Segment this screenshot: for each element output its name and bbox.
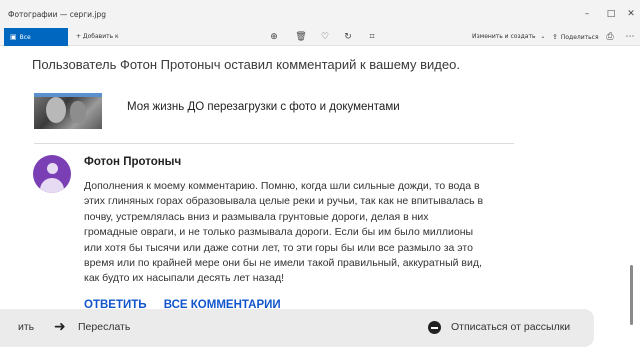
maximize-icon[interactable]: □ bbox=[604, 8, 618, 20]
close-icon[interactable]: ✕ bbox=[624, 8, 638, 20]
share-button[interactable]: ⇪ Поделиться bbox=[552, 28, 599, 46]
thumbnail-face-2 bbox=[70, 101, 86, 123]
image-icon: ▣ bbox=[10, 33, 17, 41]
comment-line: время или по крайней мере они бы не имел… bbox=[84, 257, 482, 270]
comment-text: Дополнения к моему комментарию. Помню, к… bbox=[84, 179, 514, 287]
forward-arrow-icon: ➜ bbox=[54, 319, 66, 335]
thumbnail-bar bbox=[34, 93, 102, 97]
avatar[interactable] bbox=[33, 155, 71, 193]
scrollbar[interactable] bbox=[630, 47, 633, 360]
photo-canvas: Пользователь Фотон Протоныч оставил комм… bbox=[0, 47, 640, 360]
more-icon[interactable]: ⋯ bbox=[624, 31, 636, 43]
chevron-down-icon: ⌄ bbox=[540, 33, 546, 40]
video-link[interactable]: Моя жизнь ДО перезагрузки с фото и докум… bbox=[34, 93, 514, 129]
divider bbox=[34, 143, 514, 144]
toolbar: ▣Все фотографии + Добавить к ⊕ 🗑 ♡ ↻ ⌗ И… bbox=[0, 28, 640, 59]
crop-icon[interactable]: ⌗ bbox=[366, 31, 378, 43]
share-icon: ⇪ bbox=[552, 33, 558, 41]
comment-line: почву, устремлялась вниз и размывала гру… bbox=[84, 210, 429, 223]
add-to-button[interactable]: + Добавить к bbox=[76, 28, 119, 46]
comment-line: Дополнения к моему комментарию. Помню, к… bbox=[84, 180, 480, 192]
print-icon[interactable]: ⎙ bbox=[604, 31, 616, 43]
scrollbar-thumb[interactable] bbox=[630, 265, 633, 325]
comment-line: как будто их насыпали десять лет назад! bbox=[84, 272, 284, 285]
notification-text: Пользователь Фотон Протоныч оставил комм… bbox=[32, 57, 460, 72]
avatar-shoulders bbox=[40, 178, 64, 193]
comment-line: этих глиняных горах образовывала целые р… bbox=[84, 195, 484, 208]
edit-create-label: Изменить и создать bbox=[472, 33, 536, 40]
thumbnail-face bbox=[46, 97, 66, 123]
comment-line: или хотя бы тысячи или даже сотни лет, т… bbox=[84, 241, 473, 254]
share-label: Поделиться bbox=[560, 34, 599, 41]
favorite-icon[interactable]: ♡ bbox=[319, 31, 331, 43]
action-bar: ить ➜ Переслать Отписаться от рассылки bbox=[0, 309, 594, 347]
reply-action[interactable]: ить bbox=[18, 321, 34, 333]
all-photos-button[interactable]: ▣Все фотографии bbox=[4, 28, 68, 59]
edit-create-button[interactable]: Изменить и создать ⌄ bbox=[472, 28, 545, 46]
delete-icon[interactable]: 🗑 bbox=[295, 31, 307, 43]
zoom-icon[interactable]: ⊕ bbox=[268, 31, 280, 43]
unsubscribe-icon bbox=[428, 321, 441, 334]
video-title[interactable]: Моя жизнь ДО перезагрузки с фото и докум… bbox=[127, 101, 400, 113]
title-bar: Фотографии — серги.jpg – □ ✕ bbox=[0, 0, 640, 28]
avatar-head bbox=[47, 163, 58, 174]
window-title: Фотографии — серги.jpg bbox=[8, 10, 107, 19]
minimize-icon[interactable]: – bbox=[580, 8, 594, 20]
comment-line: громадные овраги, и не только размывала … bbox=[84, 226, 474, 239]
comment-author[interactable]: Фотон Протоныч bbox=[84, 156, 181, 168]
unsubscribe-action[interactable]: Отписаться от рассылки bbox=[451, 321, 570, 333]
forward-action[interactable]: Переслать bbox=[78, 321, 130, 333]
rotate-icon[interactable]: ↻ bbox=[342, 31, 354, 43]
video-thumbnail[interactable] bbox=[34, 93, 102, 129]
